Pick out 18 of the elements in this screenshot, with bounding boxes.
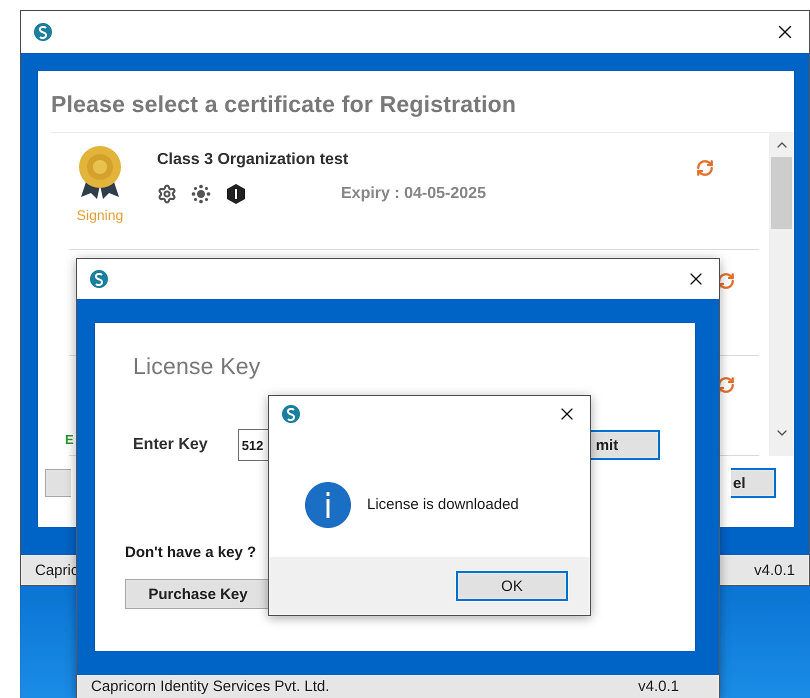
status-version: v4.0.1: [754, 562, 795, 578]
status-company: Capric: [35, 562, 78, 578]
status-company: Capricorn Identity Services Pvt. Ltd.: [91, 678, 330, 695]
status-text: E: [65, 432, 74, 447]
enter-key-label: Enter Key: [133, 436, 208, 454]
no-key-prompt: Don't have a key ?: [125, 544, 258, 561]
purchase-key-button[interactable]: Purchase Key: [125, 579, 271, 609]
ok-button[interactable]: OK: [456, 571, 568, 601]
certificate-name: Class 3 Organization test: [157, 151, 350, 169]
message-text: License is downloaded: [367, 496, 519, 513]
license-heading: License Key: [133, 353, 262, 380]
certificate-heading: Please select a certificate for Registration: [51, 91, 518, 118]
cancel-button[interactable]: el: [731, 468, 776, 498]
submit-button[interactable]: mit: [590, 430, 660, 460]
key-input[interactable]: 512: [238, 429, 268, 461]
expiry-date: Expiry : 04-05-2025: [341, 185, 486, 203]
status-version: v4.0.1: [638, 678, 679, 695]
usage-label: Signing: [76, 207, 124, 223]
